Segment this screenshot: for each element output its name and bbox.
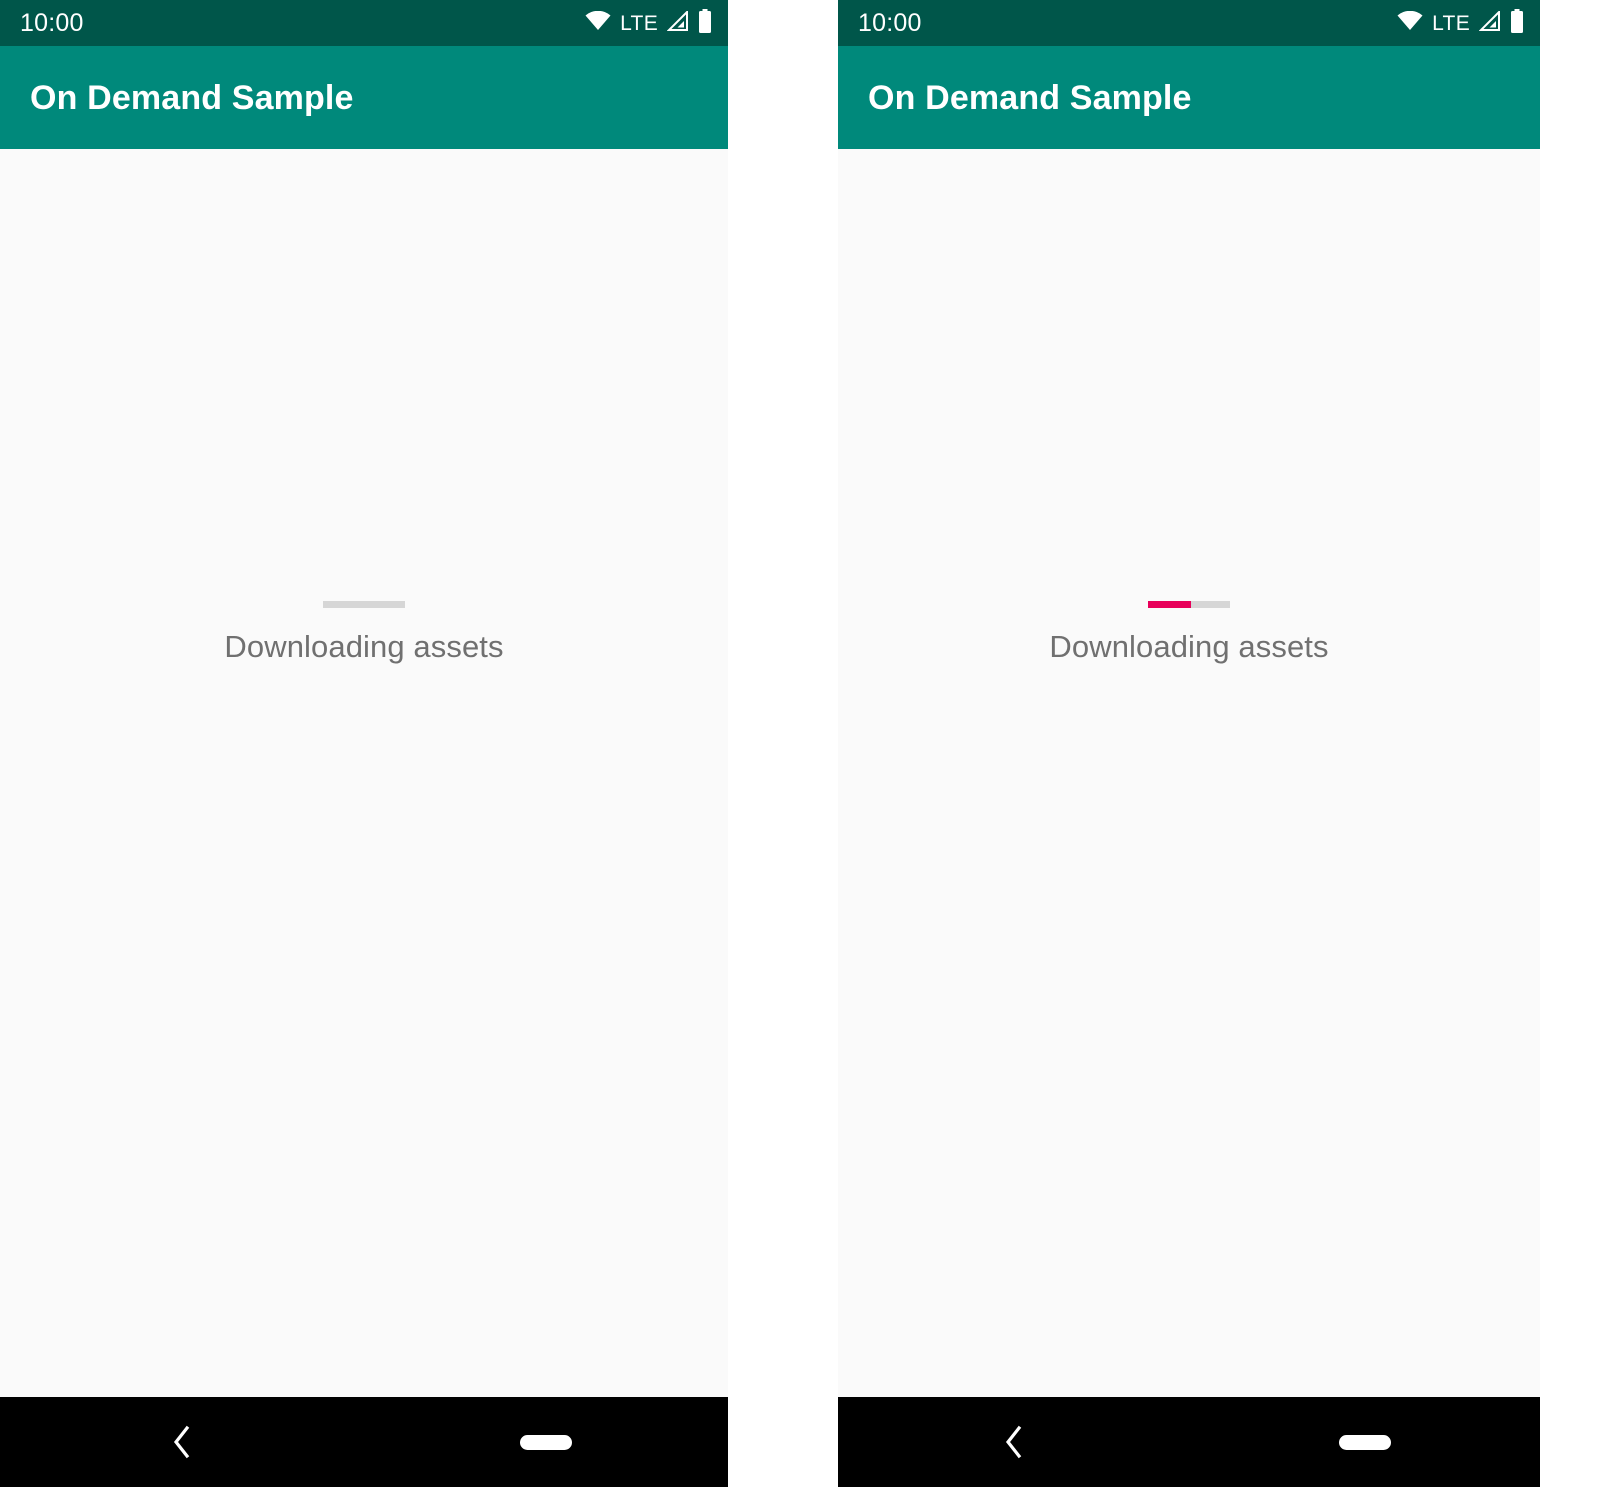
progress-bar [323,601,405,608]
chevron-left-icon [173,1425,190,1459]
progress-bar-fill [1148,601,1191,608]
battery-icon [1510,8,1524,38]
page-title: On Demand Sample [30,78,354,117]
chevron-left-icon [1005,1425,1021,1459]
phone-screen-left: 10:00 LTE On Demand Sample Downloading a… [0,0,728,1487]
main-content: Downloading assets [0,149,728,1397]
status-icon-group: LTE [585,8,712,38]
signal-icon [666,9,689,36]
system-nav-bar [0,1397,728,1487]
download-status-block: Downloading assets [838,601,1540,665]
nav-home-button[interactable] [364,1397,728,1487]
status-bar: 10:00 LTE [838,0,1540,46]
status-bar: 10:00 LTE [0,0,728,46]
nav-home-button[interactable] [1189,1397,1540,1487]
home-pill-icon [520,1434,572,1450]
app-bar: On Demand Sample [0,46,728,149]
system-nav-bar [838,1397,1540,1487]
phone-screen-right: 10:00 LTE On Demand Sample Downloading a… [838,0,1540,1487]
download-status-label: Downloading assets [224,629,504,664]
signal-icon [1478,9,1501,36]
wifi-icon [1397,10,1423,36]
app-bar: On Demand Sample [838,46,1540,149]
screenshot-stage: 10:00 LTE On Demand Sample Downloading a… [0,0,1600,1487]
main-content: Downloading assets [838,149,1540,1397]
lte-label: LTE [1432,11,1470,35]
status-clock: 10:00 [20,8,84,37]
download-status-block: Downloading assets [0,601,728,665]
wifi-icon [585,10,611,36]
battery-icon [698,8,712,38]
lte-label: LTE [620,11,658,35]
home-pill-icon [1338,1434,1391,1450]
page-title: On Demand Sample [868,78,1192,117]
download-status-label: Downloading assets [1049,629,1329,664]
nav-back-button[interactable] [838,1397,1189,1487]
status-icon-group: LTE [1397,8,1524,38]
nav-back-button[interactable] [0,1397,364,1487]
status-clock: 10:00 [858,8,922,37]
progress-bar [1148,601,1230,608]
